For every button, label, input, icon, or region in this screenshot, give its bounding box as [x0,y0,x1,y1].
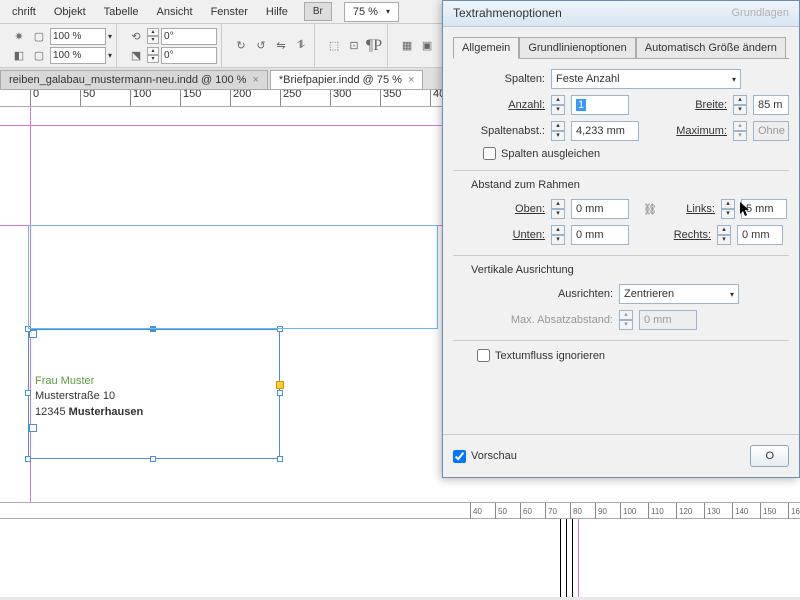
menu-schrift[interactable]: chrift [4,3,44,21]
zoom-select[interactable]: 75 % [344,2,399,22]
text-frame-address[interactable]: Frau Muster Musterstraße 10 12345 Muster… [28,329,280,459]
tab-grundlinien[interactable]: Grundlinienoptionen [519,37,635,58]
close-icon[interactable]: × [408,74,414,86]
unten-input[interactable]: 0 mm [571,225,629,245]
oben-label: Oben: [463,203,545,215]
second-document-strip [0,519,800,597]
maxabsatz-label: Max. Absatzabstand: [453,314,613,326]
spaltenabst-label: Spaltenabst.: [453,125,545,137]
rechts-input[interactable]: 0 mm [737,225,783,245]
text-frame-upper[interactable] [28,225,438,329]
adorner[interactable] [276,381,284,389]
opacity-field[interactable]: 100 % [50,28,106,45]
anzahl-input[interactable]: 1 [571,95,629,115]
rotate-ccw-icon[interactable]: ↺ [252,37,270,55]
tab-anschreiben[interactable]: reiben_galabau_mustermann-neu.indd @ 100… [0,70,268,89]
abstand-group-label: Abstand zum Rahmen [471,179,789,191]
step-up[interactable]: ▴ [551,95,565,105]
tab-allgemein[interactable]: Allgemein [453,37,519,59]
handle[interactable] [25,456,31,462]
unten-label: Unten: [463,229,545,241]
spaltenabst-input[interactable]: 4,233 mm [571,121,639,141]
maximum-label: Maximum: [676,125,727,137]
opacity2-field[interactable]: 100 % [50,47,106,64]
links-input[interactable]: 5 mm [741,199,787,219]
menu-fenster[interactable]: Fenster [203,3,256,21]
ausrichten-dropdown[interactable]: Zentrieren [619,284,739,304]
spalten-label: Spalten: [453,73,545,85]
opacity-icon: ▢ [30,27,48,45]
angle-field[interactable]: 0° [161,28,217,45]
rotate-cw-icon[interactable]: ↻ [232,37,250,55]
fx-icon[interactable]: ✷ [10,27,28,45]
address-street: Musterstraße 10 [35,389,273,404]
opacity2-icon: ▢ [30,46,48,64]
shear-icon: ⬔ [127,46,145,64]
rotate-icon: ⟲ [127,27,145,45]
select-container-icon[interactable]: ⬚ [325,37,343,55]
maxabsatz-input: 0 mm [639,310,697,330]
blend-icon[interactable]: ◧ [10,46,28,64]
step-dn[interactable]: ▾ [551,105,565,115]
maximum-input: Ohne [753,121,789,141]
links-label: Links: [671,203,715,215]
flip-h-icon[interactable]: ⇋ [272,37,290,55]
dialog-tabs: Allgemein Grundlinienoptionen Automatisc… [453,37,789,59]
textumfluss-checkbox[interactable]: Textumfluss ignorieren [477,349,605,362]
tab-autogroesse[interactable]: Automatisch Größe ändern [636,37,786,58]
address-name: Frau Muster [35,374,273,389]
textframe-options-dialog: Textrahmenoptionen Grundlagen Allgemein … [442,0,800,478]
handle[interactable] [277,456,283,462]
handle[interactable] [277,390,283,396]
oben-input[interactable]: 0 mm [571,199,629,219]
chain-icon[interactable]: ⛓ [641,200,659,218]
flip-v-icon[interactable]: ⥮ [292,37,310,55]
handle[interactable] [150,456,156,462]
dialog-ghost-label: Grundlagen [732,7,790,19]
spalten-dropdown[interactable]: Feste Anzahl [551,69,741,89]
breite-label: Breite: [695,99,727,111]
vertikal-group-label: Vertikale Ausrichtung [471,264,789,276]
ausgleichen-checkbox[interactable]: Spalten ausgleichen [483,147,600,160]
wrap-none-icon[interactable]: ▦ [398,37,416,55]
rechts-label: Rechts: [667,229,711,241]
step-up[interactable]: ▴ [147,28,159,36]
ruler-bottom[interactable]: 40 50 60 70 80 90 100 110 120 130 140 15… [0,502,800,519]
menu-ansicht[interactable]: Ansicht [149,3,201,21]
ausrichten-label: Ausrichten: [453,288,613,300]
ok-button[interactable]: O [750,445,789,467]
vorschau-checkbox[interactable]: Vorschau [453,450,517,463]
anzahl-label: Anzahl: [453,99,545,111]
menu-tabelle[interactable]: Tabelle [96,3,147,21]
step-dn[interactable]: ▾ [147,36,159,44]
select-content-icon[interactable]: ⊡ [345,37,363,55]
bridge-icon[interactable]: Br [304,2,332,21]
close-icon[interactable]: × [252,74,258,86]
wrap-bbox-icon[interactable]: ▣ [418,37,436,55]
mouse-cursor-icon [740,202,752,218]
handle[interactable] [25,390,31,396]
breite-input[interactable]: 85 m [753,95,789,115]
tab-briefpapier[interactable]: *Briefpapier.indd @ 75 %× [270,70,424,89]
menu-objekt[interactable]: Objekt [46,3,94,21]
shear-field[interactable]: 0° [161,47,217,64]
address-city: 12345 Musterhausen [35,405,273,420]
paragraph-icon[interactable]: ¶P [365,37,383,55]
menu-hilfe[interactable]: Hilfe [258,3,296,21]
